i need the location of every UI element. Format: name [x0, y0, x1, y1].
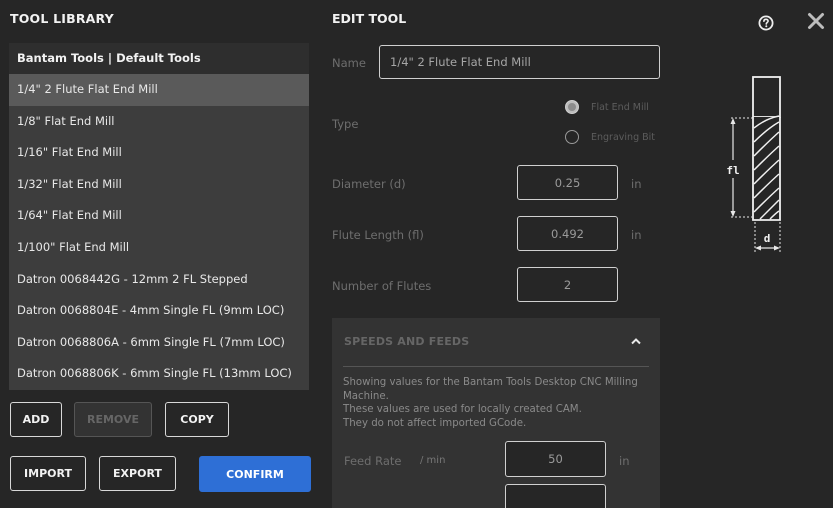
speeds-description-line: Showing values for the Bantam Tools Desk…	[343, 377, 638, 402]
export-button[interactable]: EXPORT	[99, 456, 176, 491]
end-mill-diagram: fl d	[712, 70, 822, 260]
copy-button[interactable]: COPY	[165, 402, 229, 437]
type-label: Type	[332, 117, 359, 131]
tool-list: Bantam Tools | Default Tools 1/4" 2 Flut…	[9, 43, 309, 390]
close-icon[interactable]	[805, 10, 827, 32]
number-of-flutes-input[interactable]: 2	[517, 267, 618, 302]
speeds-description: Showing values for the Bantam Tools Desk…	[343, 376, 643, 430]
type-radio-flat-end-mill[interactable]	[565, 100, 579, 114]
edit-tool-title: EDIT TOOL	[332, 11, 407, 26]
tool-list-header[interactable]: Bantam Tools | Default Tools	[9, 43, 309, 74]
feed-rate-unit: in	[619, 454, 630, 468]
tool-library-title: TOOL LIBRARY	[10, 11, 114, 26]
flute-length-dimension-label: fl	[726, 164, 739, 177]
panel-divider	[343, 366, 649, 367]
tool-list-item[interactable]: 1/100" Flat End Mill	[9, 232, 309, 264]
tool-list-item[interactable]: Datron 0068442G - 12mm 2 FL Stepped	[9, 264, 309, 296]
tool-list-item[interactable]: Datron 0068806A - 6mm Single FL (7mm LOC…	[9, 327, 309, 359]
flute-length-unit: in	[631, 228, 642, 242]
name-input[interactable]: 1/4" 2 Flute Flat End Mill	[379, 45, 660, 79]
add-button[interactable]: ADD	[10, 402, 62, 437]
flute-length-label: Flute Length (fl)	[332, 228, 424, 242]
diameter-dimension-label: d	[764, 232, 771, 245]
type-radio-engraving-bit[interactable]	[565, 130, 579, 144]
tool-list-item[interactable]: 1/4" 2 Flute Flat End Mill	[9, 74, 309, 106]
tool-list-item[interactable]: Datron 0068806K - 6mm Single FL (13mm LO…	[9, 358, 309, 390]
import-button[interactable]: IMPORT	[10, 456, 86, 491]
speeds-description-line: These values are used for locally create…	[343, 404, 582, 415]
confirm-button[interactable]: CONFIRM	[199, 456, 311, 492]
type-option-label: Engraving Bit	[591, 132, 655, 143]
speeds-description-line: They do not affect imported GCode.	[343, 417, 527, 429]
speeds-and-feeds-title[interactable]: SPEEDS AND FEEDS	[344, 335, 469, 348]
end-mill-diagram-graphic: fl d	[726, 76, 781, 252]
remove-button[interactable]: REMOVE	[74, 402, 152, 437]
feed-rate-label: Feed Rate	[344, 454, 402, 468]
tool-list-item[interactable]: 1/64" Flat End Mill	[9, 200, 309, 232]
speeds-and-feeds-panel: SPEEDS AND FEEDS Showing values for the …	[332, 318, 660, 508]
diameter-input[interactable]: 0.25	[517, 165, 618, 200]
diameter-label: Diameter (d)	[332, 177, 406, 191]
chevron-up-icon[interactable]	[628, 334, 644, 348]
tool-list-item[interactable]: 1/8" Flat End Mill	[9, 106, 309, 138]
feed-rate-input[interactable]: 50	[505, 441, 606, 477]
tool-list-item[interactable]: 1/32" Flat End Mill	[9, 169, 309, 201]
tool-list-item[interactable]: Datron 0068804E - 4mm Single FL (9mm LOC…	[9, 295, 309, 327]
feed-rate-per-label: / min	[420, 455, 446, 466]
tool-list-item[interactable]: 1/16" Flat End Mill	[9, 137, 309, 169]
type-option-label: Flat End Mill	[591, 102, 649, 113]
diameter-unit: in	[631, 177, 642, 191]
flute-length-input[interactable]: 0.492	[517, 216, 618, 251]
number-of-flutes-label: Number of Flutes	[332, 279, 432, 293]
next-speed-input[interactable]	[505, 484, 606, 508]
name-label: Name	[332, 56, 366, 70]
help-icon[interactable]	[756, 13, 776, 33]
